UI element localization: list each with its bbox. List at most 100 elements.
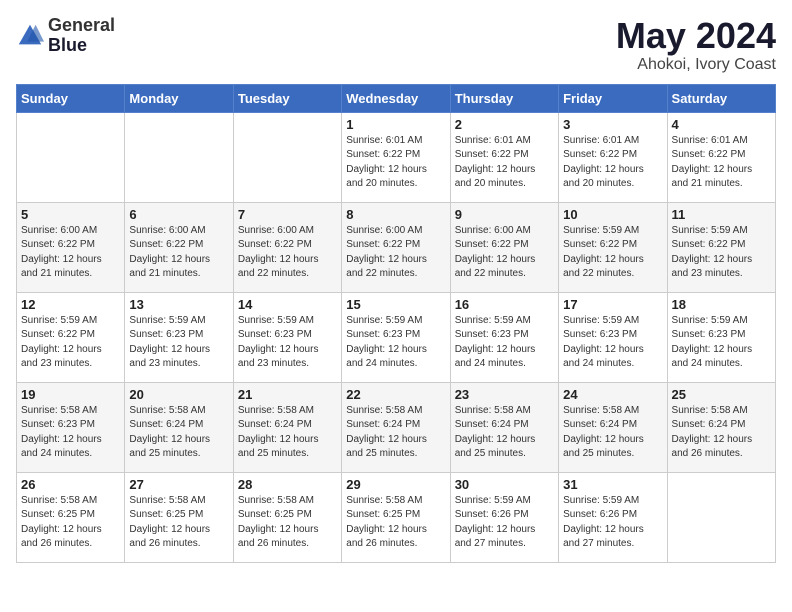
calendar-cell: 5 Sunrise: 6:00 AM Sunset: 6:22 PM Daylig… (17, 202, 125, 292)
day-info: Sunrise: 5:59 AM Sunset: 6:22 PM Dayligh… (563, 224, 662, 282)
day-info: Sunrise: 6:00 AM Sunset: 6:22 PM Dayligh… (21, 224, 120, 282)
day-info: Sunrise: 6:00 AM Sunset: 6:22 PM Dayligh… (455, 224, 554, 282)
logo-text: General Blue (48, 16, 115, 56)
day-number: 6 (129, 207, 228, 222)
day-of-week-header: Saturday (667, 84, 775, 112)
day-info: Sunrise: 5:59 AM Sunset: 6:23 PM Dayligh… (672, 314, 771, 372)
day-info: Sunrise: 5:59 AM Sunset: 6:23 PM Dayligh… (563, 314, 662, 372)
calendar-cell: 23 Sunrise: 5:58 AM Sunset: 6:24 PM Dayli… (450, 382, 558, 472)
day-info: Sunrise: 5:59 AM Sunset: 6:23 PM Dayligh… (455, 314, 554, 372)
calendar-cell: 30 Sunrise: 5:59 AM Sunset: 6:26 PM Dayli… (450, 472, 558, 562)
day-info: Sunrise: 5:58 AM Sunset: 6:25 PM Dayligh… (21, 494, 120, 552)
calendar-cell: 10 Sunrise: 5:59 AM Sunset: 6:22 PM Dayli… (559, 202, 667, 292)
day-info: Sunrise: 6:00 AM Sunset: 6:22 PM Dayligh… (129, 224, 228, 282)
calendar-cell: 24 Sunrise: 5:58 AM Sunset: 6:24 PM Dayli… (559, 382, 667, 472)
calendar-cell: 4 Sunrise: 6:01 AM Sunset: 6:22 PM Daylig… (667, 112, 775, 202)
calendar-cell: 14Sunrise: 5:59 AM Sunset: 6:23 PM Dayli… (233, 292, 341, 382)
day-info: Sunrise: 5:58 AM Sunset: 6:24 PM Dayligh… (563, 404, 662, 462)
calendar-cell: 2 Sunrise: 6:01 AM Sunset: 6:22 PM Daylig… (450, 112, 558, 202)
calendar-week-row: 26 Sunrise: 5:58 AM Sunset: 6:25 PM Dayli… (17, 472, 776, 562)
day-number: 30 (455, 477, 554, 492)
day-of-week-header: Tuesday (233, 84, 341, 112)
calendar-week-row: 1 Sunrise: 6:01 AM Sunset: 6:22 PM Daylig… (17, 112, 776, 202)
calendar-cell: 6 Sunrise: 6:00 AM Sunset: 6:22 PM Daylig… (125, 202, 233, 292)
day-number: 21 (238, 387, 337, 402)
day-number: 9 (455, 207, 554, 222)
day-info: Sunrise: 5:58 AM Sunset: 6:25 PM Dayligh… (238, 494, 337, 552)
day-info: Sunrise: 5:59 AM Sunset: 6:26 PM Dayligh… (455, 494, 554, 552)
calendar-cell: 13 Sunrise: 5:59 AM Sunset: 6:23 PM Dayli… (125, 292, 233, 382)
calendar-cell: 15Sunrise: 5:59 AM Sunset: 6:23 PM Dayli… (342, 292, 450, 382)
day-number: 12 (21, 297, 120, 312)
calendar-header-row: SundayMondayTuesdayWednesdayThursdayFrid… (17, 84, 776, 112)
day-info: Sunrise: 5:58 AM Sunset: 6:24 PM Dayligh… (672, 404, 771, 462)
day-info: Sunrise: 6:01 AM Sunset: 6:22 PM Dayligh… (672, 134, 771, 192)
day-info: Sunrise: 5:58 AM Sunset: 6:24 PM Dayligh… (346, 404, 445, 462)
day-number: 4 (672, 117, 771, 132)
logo: General Blue (16, 16, 115, 56)
day-number: 24 (563, 387, 662, 402)
calendar-cell: 18 Sunrise: 5:59 AM Sunset: 6:23 PM Dayli… (667, 292, 775, 382)
day-number: 23 (455, 387, 554, 402)
day-number: 1 (346, 117, 445, 132)
day-number: 14 (238, 297, 337, 312)
calendar-cell: 22 Sunrise: 5:58 AM Sunset: 6:24 PM Dayli… (342, 382, 450, 472)
day-info: Sunrise: 5:58 AM Sunset: 6:25 PM Dayligh… (346, 494, 445, 552)
calendar-week-row: 19 Sunrise: 5:58 AM Sunset: 6:23 PM Dayli… (17, 382, 776, 472)
day-info: Sunrise: 6:00 AM Sunset: 6:22 PM Dayligh… (238, 224, 337, 282)
calendar-cell: 9 Sunrise: 6:00 AM Sunset: 6:22 PM Daylig… (450, 202, 558, 292)
day-number: 5 (21, 207, 120, 222)
day-of-week-header: Sunday (17, 84, 125, 112)
day-info: Sunrise: 5:58 AM Sunset: 6:25 PM Dayligh… (129, 494, 228, 552)
logo-line2: Blue (48, 36, 115, 56)
calendar-cell: 11Sunrise: 5:59 AM Sunset: 6:22 PM Dayli… (667, 202, 775, 292)
calendar-week-row: 5 Sunrise: 6:00 AM Sunset: 6:22 PM Daylig… (17, 202, 776, 292)
calendar-cell: 26 Sunrise: 5:58 AM Sunset: 6:25 PM Dayli… (17, 472, 125, 562)
calendar-table: SundayMondayTuesdayWednesdayThursdayFrid… (16, 84, 776, 563)
calendar-location: Ahokoi, Ivory Coast (616, 56, 776, 74)
calendar-cell: 8Sunrise: 6:00 AM Sunset: 6:22 PM Daylig… (342, 202, 450, 292)
day-info: Sunrise: 6:01 AM Sunset: 6:22 PM Dayligh… (455, 134, 554, 192)
calendar-cell: 27 Sunrise: 5:58 AM Sunset: 6:25 PM Dayli… (125, 472, 233, 562)
day-number: 7 (238, 207, 337, 222)
day-info: Sunrise: 6:00 AM Sunset: 6:22 PM Dayligh… (346, 224, 445, 282)
day-info: Sunrise: 5:59 AM Sunset: 6:23 PM Dayligh… (129, 314, 228, 372)
page-header: General Blue May 2024 Ahokoi, Ivory Coas… (16, 16, 776, 74)
day-number: 2 (455, 117, 554, 132)
day-of-week-header: Monday (125, 84, 233, 112)
day-number: 26 (21, 477, 120, 492)
day-number: 29 (346, 477, 445, 492)
calendar-cell: 19 Sunrise: 5:58 AM Sunset: 6:23 PM Dayli… (17, 382, 125, 472)
day-number: 10 (563, 207, 662, 222)
day-info: Sunrise: 5:58 AM Sunset: 6:24 PM Dayligh… (129, 404, 228, 462)
day-number: 16 (455, 297, 554, 312)
calendar-cell: 21 Sunrise: 5:58 AM Sunset: 6:24 PM Dayli… (233, 382, 341, 472)
calendar-cell: 12 Sunrise: 5:59 AM Sunset: 6:22 PM Dayli… (17, 292, 125, 382)
day-number: 13 (129, 297, 228, 312)
calendar-month: May 2024 (616, 16, 776, 56)
day-of-week-header: Thursday (450, 84, 558, 112)
day-info: Sunrise: 5:59 AM Sunset: 6:26 PM Dayligh… (563, 494, 662, 552)
day-info: Sunrise: 5:58 AM Sunset: 6:24 PM Dayligh… (455, 404, 554, 462)
calendar-cell (125, 112, 233, 202)
calendar-cell: 20Sunrise: 5:58 AM Sunset: 6:24 PM Dayli… (125, 382, 233, 472)
day-number: 18 (672, 297, 771, 312)
day-number: 22 (346, 387, 445, 402)
day-of-week-header: Wednesday (342, 84, 450, 112)
calendar-cell (233, 112, 341, 202)
calendar-cell: 17Sunrise: 5:59 AM Sunset: 6:23 PM Dayli… (559, 292, 667, 382)
day-number: 28 (238, 477, 337, 492)
day-info: Sunrise: 5:59 AM Sunset: 6:22 PM Dayligh… (21, 314, 120, 372)
day-info: Sunrise: 5:58 AM Sunset: 6:24 PM Dayligh… (238, 404, 337, 462)
calendar-cell: 29 Sunrise: 5:58 AM Sunset: 6:25 PM Dayli… (342, 472, 450, 562)
day-info: Sunrise: 5:59 AM Sunset: 6:23 PM Dayligh… (346, 314, 445, 372)
calendar-cell: 28 Sunrise: 5:58 AM Sunset: 6:25 PM Dayli… (233, 472, 341, 562)
day-number: 27 (129, 477, 228, 492)
day-info: Sunrise: 5:59 AM Sunset: 6:22 PM Dayligh… (672, 224, 771, 282)
day-info: Sunrise: 5:58 AM Sunset: 6:23 PM Dayligh… (21, 404, 120, 462)
day-number: 19 (21, 387, 120, 402)
calendar-cell: 16 Sunrise: 5:59 AM Sunset: 6:23 PM Dayli… (450, 292, 558, 382)
calendar-cell: 7 Sunrise: 6:00 AM Sunset: 6:22 PM Daylig… (233, 202, 341, 292)
calendar-cell: 3Sunrise: 6:01 AM Sunset: 6:22 PM Daylig… (559, 112, 667, 202)
logo-icon (16, 22, 44, 50)
